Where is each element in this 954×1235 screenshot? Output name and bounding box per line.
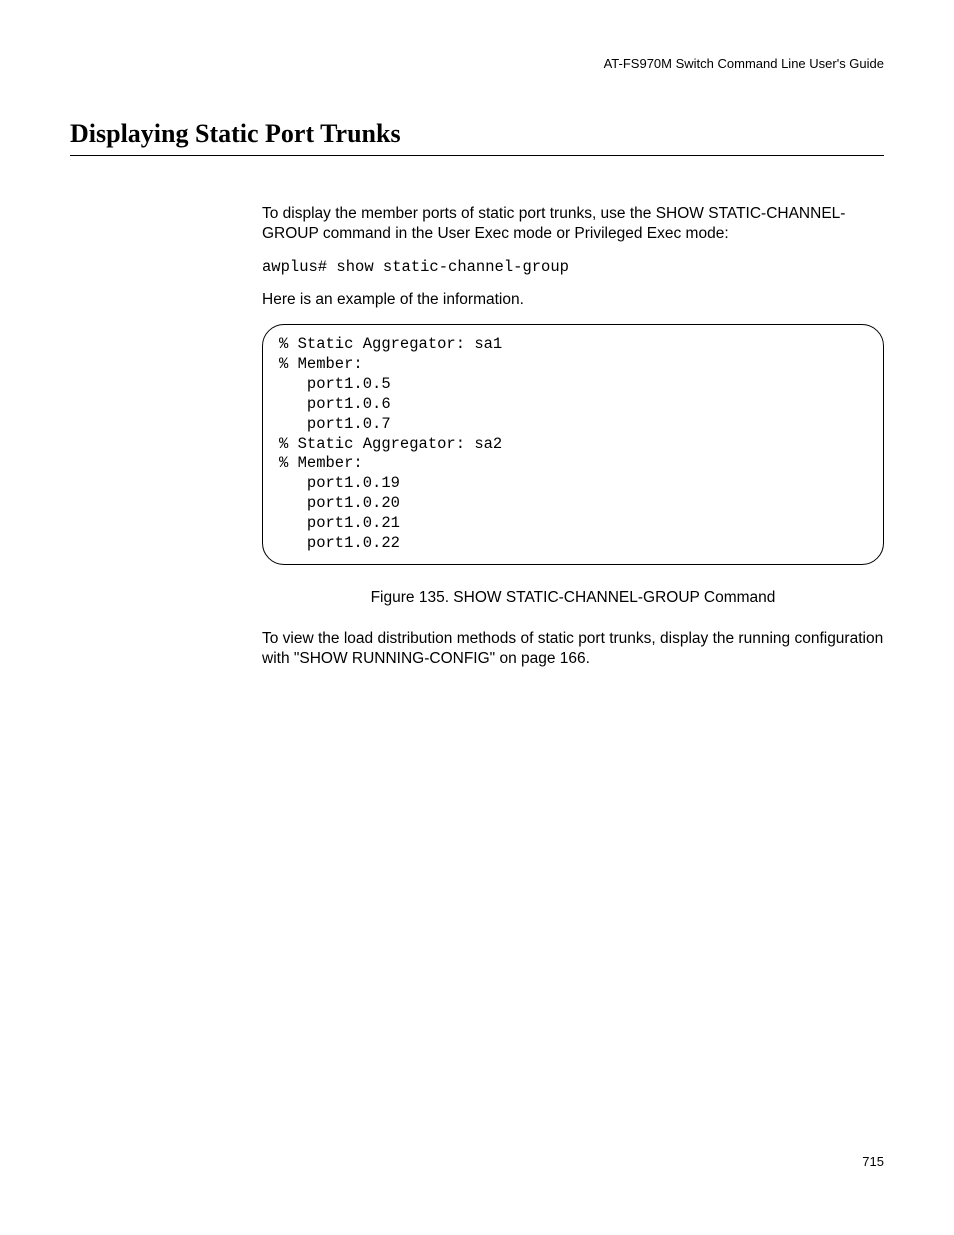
command-output-box: % Static Aggregator: sa1 % Member: port1… — [262, 324, 884, 564]
section-title: Displaying Static Port Trunks — [70, 119, 884, 156]
page-container: AT-FS970M Switch Command Line User's Gui… — [0, 0, 954, 1235]
closing-paragraph: To view the load distribution methods of… — [262, 629, 884, 669]
content-area: To display the member ports of static po… — [262, 204, 884, 669]
figure-caption: Figure 135. SHOW STATIC-CHANNEL-GROUP Co… — [262, 589, 884, 607]
example-intro: Here is an example of the information. — [262, 290, 884, 310]
command-output-text: % Static Aggregator: sa1 % Member: port1… — [279, 335, 867, 553]
header-guide-title: AT-FS970M Switch Command Line User's Gui… — [70, 56, 884, 71]
page-number: 715 — [862, 1154, 884, 1169]
intro-paragraph: To display the member ports of static po… — [262, 204, 884, 244]
command-example: awplus# show static-channel-group — [262, 258, 884, 276]
